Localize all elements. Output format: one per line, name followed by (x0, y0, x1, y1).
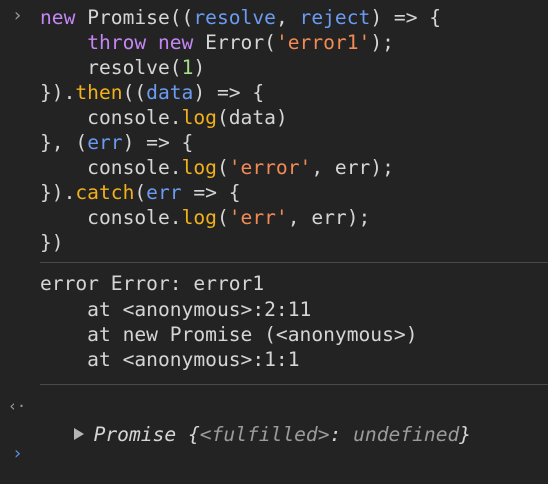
code-token: throw (87, 31, 158, 54)
code-token: err (146, 181, 182, 204)
code-token: , (275, 6, 300, 29)
code-line: console.log('err', err); (40, 205, 370, 230)
brace-close: } (459, 423, 472, 446)
code-token: then (75, 81, 123, 104)
code-token: resolve (193, 6, 276, 29)
code-token: 'error' (228, 156, 312, 179)
code-token: 1 (181, 56, 194, 79)
next-prompt-icon[interactable]: › (12, 443, 30, 464)
code-token: ( (134, 181, 147, 204)
code-token: reject (299, 6, 371, 29)
code-token: , err); (311, 156, 394, 179)
code-line: console.log(data) (40, 105, 288, 130)
key-separator: : (329, 423, 354, 446)
code-token: (data) (216, 106, 288, 129)
code-token: new (40, 6, 88, 29)
code-token: log (181, 206, 217, 229)
code-token: log (181, 156, 217, 179)
code-line: }) (40, 230, 64, 255)
input-prompt-icon: › (12, 5, 23, 26)
code-line: }, (err) => { (40, 130, 193, 155)
code-token: ); (370, 31, 394, 54)
code-token: ( (216, 206, 229, 229)
code-token: Promise(( (87, 6, 194, 29)
code-token: , err); (287, 206, 371, 229)
code-token: ) => { (193, 81, 265, 104)
code-token: }, ( (40, 131, 88, 154)
brace-open: { (187, 423, 200, 446)
code-token: catch (75, 181, 135, 204)
code-token: ) => { (122, 131, 194, 154)
divider-2 (40, 384, 548, 385)
code-token: log (181, 106, 217, 129)
stack-frame-line: at <anonymous>:1:1 (40, 348, 300, 371)
divider-1 (40, 262, 548, 263)
code-line: }).catch(err => { (40, 180, 241, 205)
code-token: }) (40, 231, 64, 254)
code-token: err (87, 131, 123, 154)
code-token: }). (40, 81, 76, 104)
code-token: ) => { (370, 6, 442, 29)
code-token: resolve( (40, 56, 182, 79)
code-token: console. (40, 156, 182, 179)
promise-value: undefined (353, 423, 460, 446)
code-token: Error( (205, 31, 276, 54)
expand-triangle-icon[interactable] (73, 427, 84, 440)
code-token: ( (216, 156, 229, 179)
result-promise-line[interactable]: Promise {<fulfilled>: undefined} (50, 397, 471, 446)
promise-state-key: <fulfilled> (199, 423, 330, 446)
code-line: throw new Error('error1'); (40, 30, 394, 55)
stack-frame-line: at <anonymous>:2:11 (40, 298, 312, 321)
code-token: ) (193, 56, 206, 79)
code-token: new (157, 31, 206, 54)
code-token: => { (181, 181, 241, 204)
code-token: console. (40, 106, 182, 129)
code-token: }). (40, 181, 76, 204)
code-token: console. (40, 206, 182, 229)
promise-label: Promise (93, 423, 188, 446)
stack-frame-line: at new Promise (<anonymous>) (40, 323, 418, 346)
result-prompt-icon: ‹· (8, 397, 27, 415)
code-line: }).then((data) => { (40, 80, 264, 105)
code-line: resolve(1) (40, 55, 205, 80)
code-line: new Promise((resolve, reject) => { (40, 5, 441, 30)
code-token: (( (122, 81, 147, 104)
code-token: data (146, 81, 194, 104)
error-line: error Error: error1 (40, 272, 265, 295)
code-line: console.log('error', err); (40, 155, 394, 180)
code-token: 'err' (228, 206, 288, 229)
code-token: 'error1' (275, 31, 371, 54)
